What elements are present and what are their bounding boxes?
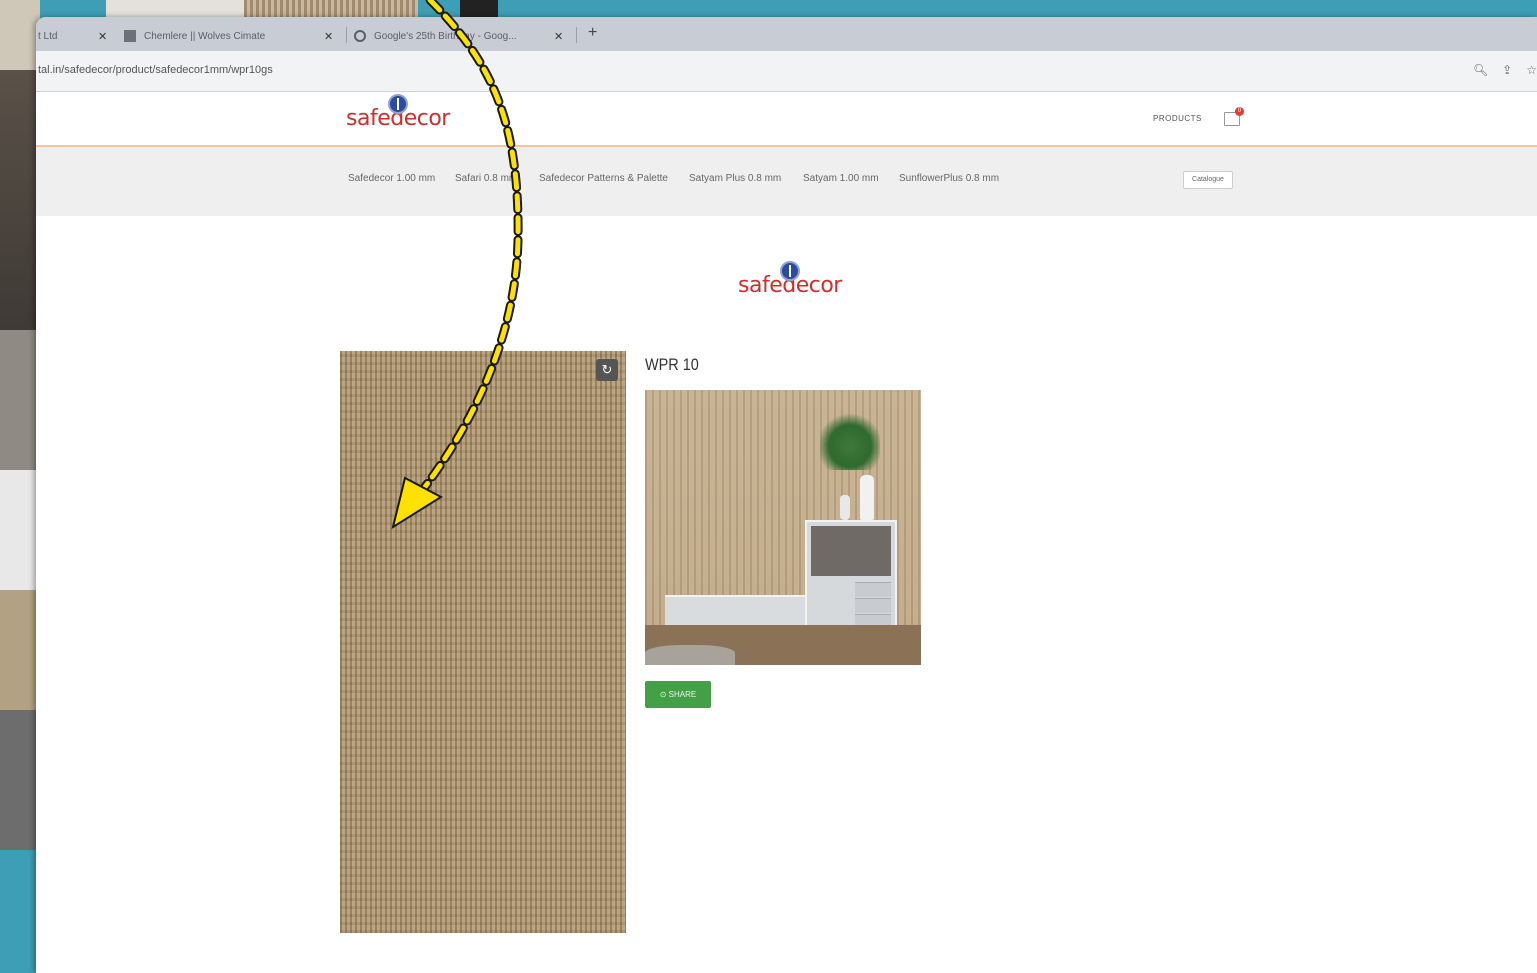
- cabinet-shelf: [811, 526, 891, 576]
- site-logo[interactable]: safedecor: [346, 94, 450, 130]
- zoom-icon[interactable]: 🔍︎: [1473, 63, 1488, 77]
- rug-decor: [645, 645, 735, 665]
- site-header: safedecor PRODUCTS 0: [36, 92, 1537, 147]
- logo-mark-icon: [779, 261, 800, 281]
- bookmark-star-icon[interactable]: ☆: [1526, 63, 1537, 77]
- vase-decor: [860, 475, 874, 520]
- category-safedecor-patterns[interactable]: Safedecor Patterns & Palette: [539, 173, 668, 184]
- close-icon[interactable]: ✕: [554, 30, 563, 43]
- share-icon[interactable]: ⇪: [1502, 63, 1512, 77]
- tab-2[interactable]: Chemlere || Wolves Cimate ✕: [124, 21, 344, 51]
- product-title: WPR 10: [645, 355, 699, 374]
- category-satyam-1mm[interactable]: Satyam 1.00 mm: [803, 173, 879, 184]
- category-safari-08mm[interactable]: Safari 0.8 mm: [455, 173, 517, 184]
- cart-count-badge: 0: [1235, 107, 1244, 116]
- share-button[interactable]: ⊙ SHARE: [645, 681, 711, 708]
- close-icon[interactable]: ✕: [98, 30, 107, 43]
- browser-window: t Ltd ✕ Chemlere || Wolves Cimate ✕ Goog…: [36, 17, 1537, 973]
- google-favicon-icon: [354, 30, 366, 42]
- category-satyam-plus[interactable]: Satyam Plus 0.8 mm: [689, 173, 781, 184]
- tab-label: t Ltd: [38, 30, 58, 42]
- category-safedecor-1mm[interactable]: Safedecor 1.00 mm: [348, 173, 435, 184]
- vase-decor: [840, 495, 850, 520]
- address-bar[interactable]: tal.in/safedecor/product/safedecor1mm/wp…: [36, 51, 1537, 92]
- background-thumb-top-3: [460, 0, 498, 18]
- catalogue-button[interactable]: Catalogue: [1183, 171, 1233, 189]
- cabinet-drawer: [855, 582, 891, 597]
- plant-decor: [820, 410, 880, 470]
- tab-1[interactable]: t Ltd ✕: [38, 21, 120, 51]
- product-brand-logo: safedecor: [738, 261, 842, 297]
- url-text[interactable]: tal.in/safedecor/product/safedecor1mm/wp…: [38, 64, 273, 76]
- background-collage: [0, 0, 40, 973]
- product-room-preview-image[interactable]: [645, 390, 921, 665]
- category-sunflower-plus[interactable]: SunflowerPlus 0.8 mm: [899, 173, 999, 184]
- tab-bar: t Ltd ✕ Chemlere || Wolves Cimate ✕ Goog…: [36, 17, 1537, 51]
- tab-favicon-icon: [124, 30, 136, 42]
- nav-products-link[interactable]: PRODUCTS: [1153, 114, 1202, 123]
- logo-mark-icon: [387, 94, 408, 114]
- product-swatch-image[interactable]: [340, 351, 626, 933]
- tab-3[interactable]: Google's 25th Birthday - Goog... ✕: [354, 21, 576, 51]
- new-tab-button[interactable]: +: [588, 24, 597, 42]
- rotate-icon[interactable]: ↻: [596, 359, 618, 381]
- cabinet-decor: [805, 520, 897, 635]
- tab-label: Chemlere || Wolves Cimate: [144, 30, 266, 42]
- close-icon[interactable]: ✕: [324, 30, 333, 43]
- cabinet-drawer: [855, 598, 891, 613]
- tab-separator: [346, 27, 347, 43]
- tab-label: Google's 25th Birthday - Goog...: [374, 30, 517, 42]
- category-bar: Safedecor 1.00 mm Safari 0.8 mm Safedeco…: [36, 147, 1537, 216]
- address-bar-actions: 🔍︎ ⇪ ☆: [1473, 63, 1537, 77]
- background-thumb-top: [106, 0, 244, 18]
- background-thumb-top-2: [244, 0, 418, 18]
- tab-separator: [576, 27, 577, 43]
